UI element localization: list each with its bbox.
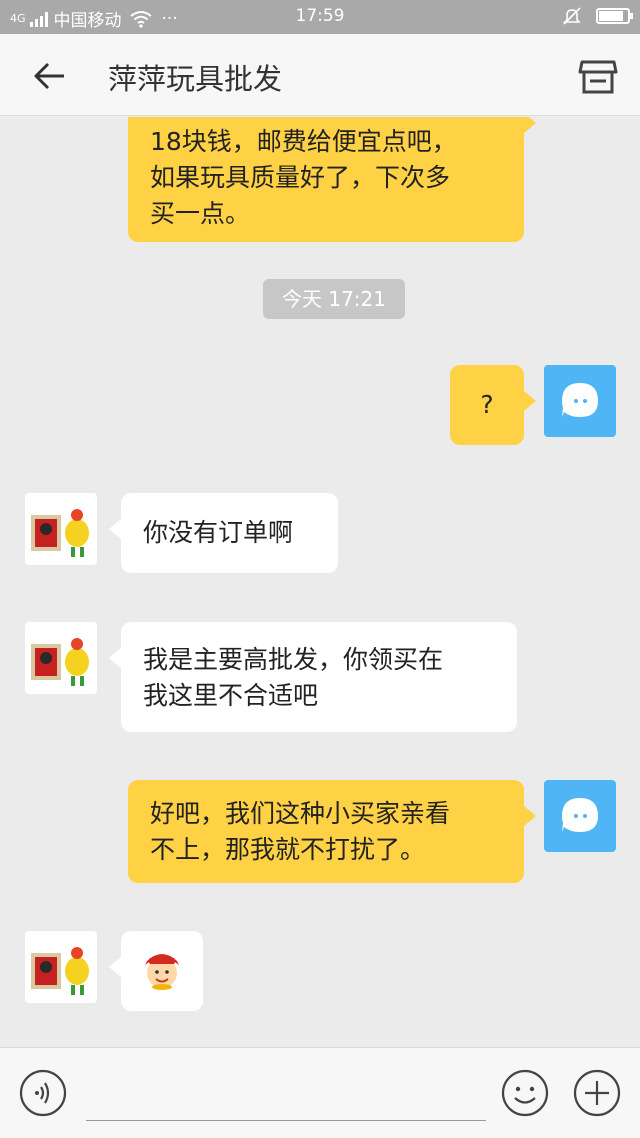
page-title: 萍萍玩具批发 bbox=[108, 62, 283, 96]
status-right bbox=[562, 6, 633, 26]
input-bar bbox=[0, 1047, 640, 1138]
voice-icon[interactable] bbox=[18, 1068, 68, 1118]
back-arrow-icon[interactable] bbox=[30, 56, 70, 96]
message-line: 好吧，我们这种小买家亲看 bbox=[150, 799, 451, 828]
status-bar: 4G 中国移动 ··· 17:59 bbox=[0, 0, 640, 34]
message-line: 我是主要高批发，你领买在 bbox=[143, 645, 444, 674]
battery-icon bbox=[596, 8, 633, 24]
message-line: 我这里不合适吧 bbox=[143, 681, 319, 710]
qq-bubble-avatar-icon bbox=[562, 798, 598, 832]
chat-area[interactable]: 18块钱，邮费给便宜点吧， 如果玩具质量好了，下次多 买一点。 今天 17:21… bbox=[0, 117, 640, 1047]
toy-shop-avatar-icon bbox=[31, 947, 89, 995]
message-line: 如果玩具质量好了，下次多 bbox=[150, 163, 451, 192]
message-bubble-other[interactable]: 你没有订单啊 bbox=[109, 493, 338, 573]
message-bubble-me[interactable]: 18块钱，邮费给便宜点吧， 如果玩具质量好了，下次多 买一点。 bbox=[128, 117, 536, 242]
message-line: ? bbox=[480, 390, 494, 419]
store-icon[interactable] bbox=[576, 54, 620, 98]
battery-fill bbox=[599, 11, 623, 21]
toy-shop-avatar-icon bbox=[31, 509, 89, 557]
message-line: 不上，那我就不打扰了。 bbox=[150, 835, 426, 864]
plus-icon[interactable] bbox=[572, 1068, 622, 1118]
message-bubble-me[interactable]: ? bbox=[450, 365, 536, 445]
message-bubble-other[interactable] bbox=[109, 931, 203, 1011]
message-line: 你没有订单啊 bbox=[143, 518, 294, 547]
mute-bell-icon bbox=[563, 7, 581, 25]
status-time: 17:59 bbox=[295, 6, 345, 26]
chat-header: 萍萍玩具批发 bbox=[0, 34, 640, 116]
message-bubble-other[interactable]: 我是主要高批发，你领买在 我这里不合适吧 bbox=[109, 622, 517, 732]
message-line: 买一点。 bbox=[150, 199, 251, 228]
my-avatar[interactable] bbox=[544, 780, 616, 852]
message-line: 18块钱，邮费给便宜点吧， bbox=[150, 127, 457, 156]
qq-bubble-avatar-icon bbox=[562, 383, 598, 417]
toy-shop-avatar-icon bbox=[31, 638, 89, 686]
message-input[interactable] bbox=[86, 1072, 486, 1116]
timestamp-pill: 今天 17:21 bbox=[263, 279, 405, 319]
my-avatar[interactable] bbox=[544, 365, 616, 437]
seller-avatar[interactable] bbox=[25, 931, 97, 1003]
seller-avatar[interactable] bbox=[25, 493, 97, 565]
message-bubble-me[interactable]: 好吧，我们这种小买家亲看 不上，那我就不打扰了。 bbox=[128, 780, 536, 883]
smiley-icon[interactable] bbox=[500, 1068, 550, 1118]
input-underline bbox=[86, 1120, 486, 1121]
fortune-god-emoji-icon bbox=[145, 954, 179, 990]
seller-avatar[interactable] bbox=[25, 622, 97, 694]
